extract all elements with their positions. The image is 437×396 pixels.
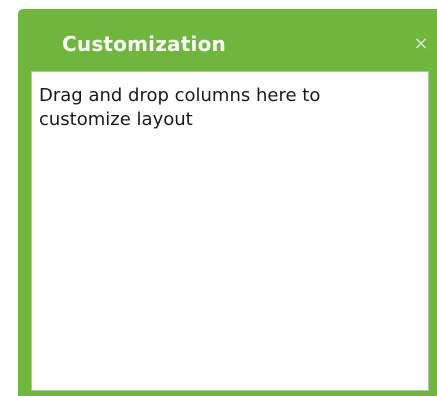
panel-titlebar[interactable]: Customization ×	[18, 9, 437, 71]
column-drop-zone[interactable]: Drag and drop columns here to customize …	[31, 71, 429, 391]
customization-panel: Customization × Drag and drop columns he…	[18, 9, 437, 396]
close-icon[interactable]: ×	[413, 33, 429, 55]
drop-zone-hint: Drag and drop columns here to customize …	[39, 85, 321, 130]
panel-title: Customization	[62, 32, 226, 56]
